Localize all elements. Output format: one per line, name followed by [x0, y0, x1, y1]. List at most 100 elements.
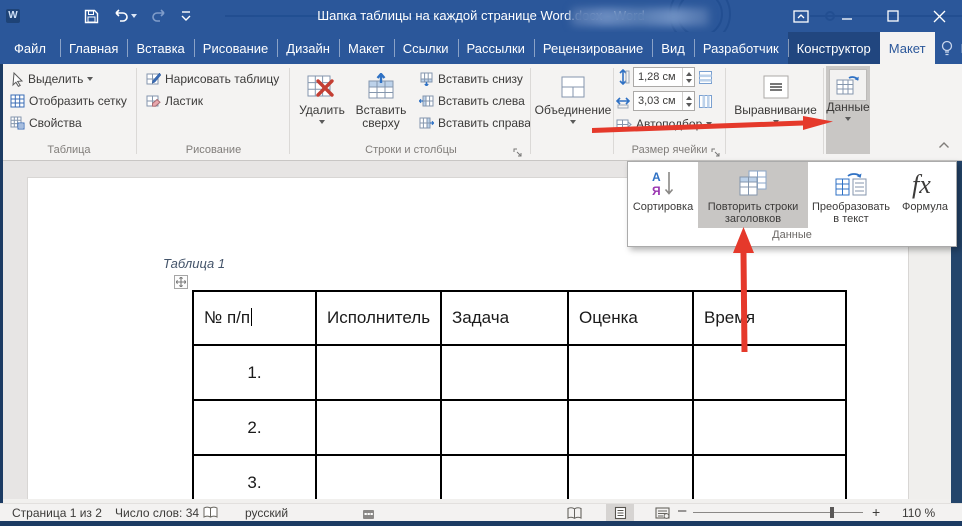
repeat-header-rows-button[interactable]: Повторить строки заголовков	[698, 162, 808, 228]
print-layout-button[interactable]	[606, 504, 634, 522]
group-divider	[725, 68, 726, 154]
minimize-button[interactable]	[824, 0, 870, 32]
group-alignment: Выравнивание	[728, 64, 823, 160]
titlebar: W Шапка таблицы на каждой странице Word.…	[0, 0, 962, 32]
merge-caret-icon	[570, 120, 576, 124]
insert-above-button[interactable]: Вставить сверху	[351, 66, 411, 156]
autofit-button[interactable]: Автоподбор	[616, 113, 723, 135]
merge-button[interactable]: Объединение	[534, 66, 612, 156]
collapse-ribbon-button[interactable]	[938, 136, 950, 154]
header-cell[interactable]: Исполнитель	[316, 291, 441, 345]
tell-me-bulb-icon[interactable]	[937, 40, 957, 57]
tab-developer[interactable]: Разработчик	[694, 32, 788, 64]
table-cell[interactable]	[693, 455, 846, 505]
gridlines-icon	[10, 94, 25, 108]
group-divider	[823, 68, 824, 154]
formula-icon: fx	[908, 167, 942, 201]
group-divider	[136, 68, 137, 154]
close-button[interactable]	[916, 0, 962, 32]
group-label-cell-size: Размер ячейки	[616, 144, 723, 158]
zoom-level[interactable]: 110 %	[902, 504, 935, 522]
group-rows-columns: Удалить Вставить сверху Вставить снизу В…	[293, 64, 529, 160]
ribbon-display-options-button[interactable]	[778, 0, 824, 32]
read-mode-button[interactable]	[560, 504, 588, 522]
insert-below-button[interactable]: Вставить снизу	[413, 68, 531, 90]
table-cell[interactable]: 3.	[193, 455, 316, 505]
account-name-blurred[interactable]	[571, 8, 709, 26]
move-cross-icon	[176, 277, 186, 287]
header-cell[interactable]: Оценка	[568, 291, 693, 345]
delete-button[interactable]: Удалить	[295, 66, 349, 156]
table-cell[interactable]	[316, 400, 441, 455]
insert-above-icon	[366, 70, 396, 104]
tab-layout[interactable]: Макет	[339, 32, 394, 64]
column-width-spinner[interactable]	[682, 92, 694, 110]
tab-table-layout[interactable]: Макет	[880, 32, 935, 64]
header-cell[interactable]: Время	[693, 291, 846, 345]
table-move-handle[interactable]	[174, 275, 188, 289]
zoom-out-button[interactable]: –	[678, 502, 686, 520]
ribbon-tab-row: Файл Главная Вставка Рисование Дизайн Ма…	[0, 32, 962, 64]
table-cell[interactable]	[441, 345, 568, 400]
tab-references[interactable]: Ссылки	[394, 32, 458, 64]
table-cell[interactable]: 2.	[193, 400, 316, 455]
tab-mailings[interactable]: Рассылки	[458, 32, 534, 64]
alignment-button[interactable]: Выравнивание	[728, 66, 823, 156]
table-cell[interactable]	[568, 345, 693, 400]
redo-button[interactable]	[151, 9, 167, 23]
svg-text:Я: Я	[652, 184, 661, 198]
column-width-input[interactable]: 3,03 см	[633, 91, 695, 111]
page-indicator[interactable]: Страница 1 из 2	[12, 504, 102, 522]
data-icon	[829, 69, 867, 101]
formula-button[interactable]: fx Формула	[894, 162, 956, 228]
group-divider	[530, 68, 531, 154]
word-count[interactable]: Число слов: 34	[115, 504, 199, 522]
group-table: Выделить Отобразить сетку Свойства Табли…	[4, 64, 134, 160]
zoom-in-button[interactable]: +	[872, 503, 880, 521]
insert-right-button[interactable]: Вставить справа	[413, 112, 531, 134]
draw-table-button[interactable]: Нарисовать таблицу	[140, 68, 287, 90]
insert-left-button[interactable]: Вставить слева	[413, 90, 531, 112]
header-cell[interactable]: Задача	[441, 291, 568, 345]
table-cell[interactable]	[441, 400, 568, 455]
tab-draw[interactable]: Рисование	[194, 32, 277, 64]
row-height-spinner[interactable]	[682, 68, 694, 86]
header-cell[interactable]: № п/п	[193, 291, 316, 345]
table-cell[interactable]	[441, 455, 568, 505]
document-table[interactable]: № п/п Исполнитель Задача Оценка Время 1.…	[192, 290, 847, 505]
table-cell[interactable]	[568, 400, 693, 455]
cell-size-dialog-launcher[interactable]	[711, 145, 723, 157]
sort-button[interactable]: А Я Сортировка	[628, 162, 698, 228]
maximize-button[interactable]	[870, 0, 916, 32]
undo-button[interactable]	[113, 9, 137, 23]
convert-to-text-button[interactable]: Преобразовать в текст	[808, 162, 894, 228]
table-cell[interactable]	[693, 345, 846, 400]
tab-insert[interactable]: Вставка	[127, 32, 193, 64]
language-indicator[interactable]: русский	[245, 504, 288, 522]
zoom-slider-track[interactable]	[693, 512, 863, 513]
web-layout-button[interactable]	[648, 504, 676, 522]
rows-columns-dialog-launcher[interactable]	[513, 145, 525, 157]
view-gridlines-button[interactable]: Отобразить сетку	[4, 90, 134, 112]
zoom-slider-thumb[interactable]	[830, 507, 834, 518]
table-cell[interactable]: 1.	[193, 345, 316, 400]
tab-table-design[interactable]: Конструктор	[788, 32, 880, 64]
group-cell-size: 1,28 см 3,03 см Автоподбор Размер ячейки	[616, 64, 723, 160]
row-height-input[interactable]: 1,28 см	[633, 67, 695, 87]
table-cell[interactable]	[693, 400, 846, 455]
table-caption: Таблица 1	[163, 256, 225, 271]
table-cell[interactable]	[568, 455, 693, 505]
eraser-button[interactable]: Ластик	[140, 90, 287, 112]
qat-customize-button[interactable]	[181, 10, 191, 22]
tab-review[interactable]: Рецензирование	[534, 32, 652, 64]
table-cell[interactable]	[316, 455, 441, 505]
tab-home[interactable]: Главная	[60, 32, 127, 64]
select-button[interactable]: Выделить	[4, 68, 134, 90]
table-properties-button[interactable]: Свойства	[4, 112, 134, 134]
tab-file[interactable]: Файл	[0, 32, 60, 64]
tab-view[interactable]: Вид	[652, 32, 694, 64]
table-cell[interactable]	[316, 345, 441, 400]
data-button[interactable]: Данные	[826, 66, 870, 154]
save-button[interactable]	[84, 9, 99, 24]
tab-design[interactable]: Дизайн	[277, 32, 339, 64]
